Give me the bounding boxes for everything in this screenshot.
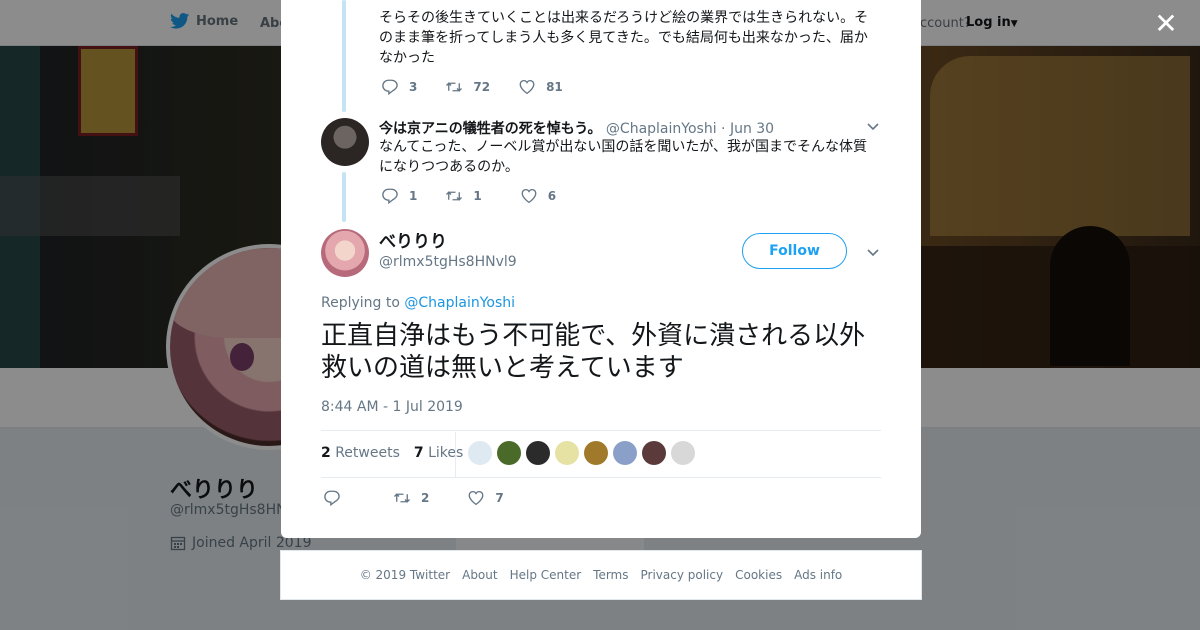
footer-copyright: © 2019 Twitter (359, 568, 451, 582)
main-tweet-name[interactable]: べりりり (379, 227, 447, 252)
retweets-stat-label: Retweets (335, 445, 400, 461)
close-icon[interactable]: ✕ (1152, 10, 1180, 38)
replying-to: Replying to @ChaplainYoshi (321, 295, 515, 311)
thread-tweet-2-actions: 1 1 6 (381, 187, 584, 205)
modal-footer: © 2019 Twitter About Help Center Terms Priva… (280, 550, 922, 600)
thread-tweet-2-text: なんてこった、ノーベル賞が出ない国の話を聞いたが、我が国までそんな体質になりつつ… (379, 139, 868, 175)
liker-avatar[interactable] (584, 441, 608, 465)
chevron-down-icon[interactable] (865, 244, 881, 260)
tweet-stats: 2 Retweets 7 Likes (321, 445, 463, 461)
reply-count: 3 (409, 80, 418, 94)
thread-tweet-2-name[interactable]: 今は京アニの犠牲者の死を悼もう。 (379, 121, 601, 137)
reply-action[interactable] (323, 489, 341, 507)
reply-action[interactable]: 1 (381, 187, 417, 205)
retweet-count: 1 (473, 189, 482, 203)
thread-tweet-2-date[interactable]: · Jun 30 (721, 121, 774, 137)
heart-icon (468, 490, 484, 506)
footer-link[interactable]: Privacy policy (641, 568, 724, 582)
reply-action[interactable]: 3 (381, 78, 417, 96)
reply-count: 1 (409, 189, 418, 203)
main-tweet-timestamp[interactable]: 8:44 AM - 1 Jul 2019 (321, 399, 463, 415)
footer-link[interactable]: Help Center (510, 568, 582, 582)
footer-link[interactable]: Cookies (735, 568, 782, 582)
retweet-count: 2 (421, 491, 430, 505)
footer-link[interactable]: Ads info (794, 568, 842, 582)
likes-stat-count: 7 (413, 445, 424, 461)
like-count: 6 (547, 189, 557, 203)
replying-prefix: Replying to (321, 295, 400, 311)
thread-tweet-2-avatar[interactable] (321, 118, 369, 166)
main-tweet-avatar[interactable] (321, 229, 369, 277)
liker-avatars (468, 441, 695, 465)
retweet-action[interactable]: 2 (393, 489, 429, 507)
retweet-count: 72 (473, 80, 491, 94)
retweet-action[interactable]: 72 (445, 78, 490, 96)
liker-avatar[interactable] (468, 441, 492, 465)
thread-line (342, 0, 346, 112)
retweet-icon (446, 82, 463, 92)
liker-avatar[interactable] (526, 441, 550, 465)
like-action[interactable]: 81 (518, 78, 563, 96)
like-count: 81 (546, 80, 563, 94)
like-action[interactable]: 6 (520, 187, 556, 205)
main-tweet-handle[interactable]: @rlmx5tgHs8HNvl9 (379, 254, 517, 270)
reply-icon (324, 490, 340, 507)
thread-tweet-2-handle[interactable]: @ChaplainYoshi (606, 121, 717, 137)
reply-icon (382, 79, 398, 96)
liker-avatar[interactable] (555, 441, 579, 465)
follow-button[interactable]: Follow (742, 233, 847, 269)
liker-avatar[interactable] (497, 441, 521, 465)
liker-avatar[interactable] (642, 441, 666, 465)
stats-divider (455, 432, 456, 478)
heart-icon (519, 79, 535, 95)
heart-icon (521, 188, 537, 204)
replying-to-link[interactable]: @ChaplainYoshi (404, 295, 515, 311)
retweet-action[interactable]: 1 (445, 187, 482, 205)
footer-link[interactable]: About (462, 568, 497, 582)
thread-tweet-1-text: そらその後生きていくことは出来るだろうけど絵の業界では生きられない。そのまま筆を… (379, 10, 869, 66)
liker-avatar[interactable] (613, 441, 637, 465)
like-action[interactable]: 7 (467, 489, 504, 507)
reply-icon (382, 188, 398, 205)
thread-line (342, 172, 346, 222)
liker-avatar[interactable] (671, 441, 695, 465)
retweet-icon (394, 493, 410, 503)
likes-stat-label: Likes (428, 445, 464, 461)
divider (321, 477, 881, 478)
retweet-icon (446, 191, 463, 201)
footer-link[interactable]: Terms (593, 568, 628, 582)
main-tweet-text: 正直自浄はもう不可能で、外資に潰される以外救いの道は無いと考えています (321, 321, 866, 383)
like-count: 7 (495, 491, 504, 505)
chevron-down-icon[interactable] (865, 118, 881, 134)
tweet-modal: そらその後生きていくことは出来るだろうけど絵の業界では生きられない。そのまま筆を… (281, 0, 921, 538)
retweets-stat[interactable]: 2 Retweets (321, 445, 400, 461)
thread-tweet-2-header: 今は京アニの犠牲者の死を悼もう。 @ChaplainYoshi · Jun 30 (379, 118, 774, 138)
main-tweet-actions: 2 7 (323, 489, 532, 507)
divider (321, 430, 881, 431)
thread-tweet-1-actions: 3 72 81 (381, 78, 591, 96)
retweets-stat-count: 2 (321, 445, 331, 461)
